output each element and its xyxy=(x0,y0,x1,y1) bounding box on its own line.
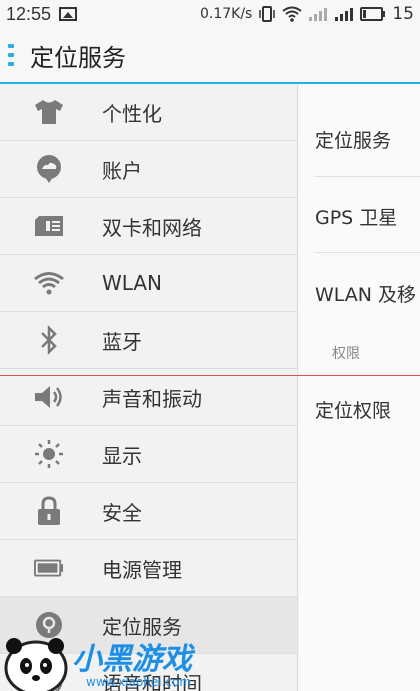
sim-card-icon xyxy=(34,211,64,241)
detail-row-location-permission[interactable]: 定位权限 xyxy=(315,396,420,423)
sidebar-item-label: 声音和振动 xyxy=(102,386,202,411)
title-bar: 定位服务 xyxy=(0,28,420,84)
status-right: 0.17K/s 15 xyxy=(200,0,414,28)
signal-icon xyxy=(335,8,354,21)
detail-row-gps[interactable]: GPS 卫星 xyxy=(315,203,420,230)
sidebar-item-bluetooth[interactable]: 蓝牙 xyxy=(0,312,297,369)
divider xyxy=(315,176,420,177)
sidebar-item-label: 双卡和网络 xyxy=(102,215,202,240)
sidebar-item-personalize[interactable]: 个性化 xyxy=(0,84,297,141)
watermark-url: www.xiaohei.com xyxy=(86,675,192,689)
status-time: 12:55 xyxy=(6,3,52,24)
signal-empty-icon xyxy=(309,8,328,21)
sidebar-item-power[interactable]: 电源管理 xyxy=(0,540,297,597)
sidebar-item-security[interactable]: 安全 xyxy=(0,483,297,540)
sidebar-item-wlan[interactable]: WLAN xyxy=(0,255,297,312)
sidebar-item-label: 蓝牙 xyxy=(102,329,142,354)
account-icon xyxy=(34,154,64,184)
status-bar: 12:55 0.17K/s 15 xyxy=(0,0,420,28)
detail-row-wlan[interactable]: WLAN 及移 xyxy=(315,280,420,307)
sidebar-item-label: 电源管理 xyxy=(102,557,182,582)
sidebar-item-sound[interactable]: 声音和振动 xyxy=(0,369,297,426)
speaker-icon xyxy=(34,382,64,412)
sidebar-item-label: 安全 xyxy=(102,500,142,525)
section-header-permissions: 权限 xyxy=(332,346,360,362)
bluetooth-icon xyxy=(34,325,64,355)
sidebar-item-dual-sim[interactable]: 双卡和网络 xyxy=(0,198,297,255)
page-title: 定位服务 xyxy=(30,43,126,72)
brightness-icon xyxy=(34,439,64,469)
sidebar-item-display[interactable]: 显示 xyxy=(0,426,297,483)
settings-sidebar: 个性化 账户 双卡和网络 WLAN 蓝牙 声音和振动 显示 安全 电源管理 定位… xyxy=(0,84,298,691)
network-speed: 0.17K/s xyxy=(199,6,253,22)
sidebar-item-label: 显示 xyxy=(102,443,142,468)
lock-icon xyxy=(34,496,64,526)
divider xyxy=(315,252,420,253)
wifi-icon xyxy=(34,268,64,298)
menu-icon[interactable] xyxy=(8,44,16,66)
sidebar-item-label: 账户 xyxy=(102,158,142,183)
battery-status-icon xyxy=(360,7,386,21)
shirt-icon xyxy=(34,97,64,127)
watermark-text: 小黑游戏 xyxy=(72,642,192,677)
detail-row-location-service[interactable]: 定位服务 xyxy=(315,126,420,153)
battery-icon xyxy=(34,553,64,583)
image-notification-icon xyxy=(59,7,78,21)
sidebar-item-account[interactable]: 账户 xyxy=(0,141,297,198)
vibrate-icon xyxy=(259,6,276,22)
red-divider-line xyxy=(0,375,420,376)
detail-pane: 定位服务 GPS 卫星 WLAN 及移 权限 定位权限 xyxy=(299,84,420,691)
wifi-status-icon xyxy=(282,6,302,22)
sidebar-item-label: 个性化 xyxy=(102,101,162,126)
battery-level: 15 xyxy=(392,4,414,24)
sidebar-item-label: WLAN xyxy=(102,271,163,295)
